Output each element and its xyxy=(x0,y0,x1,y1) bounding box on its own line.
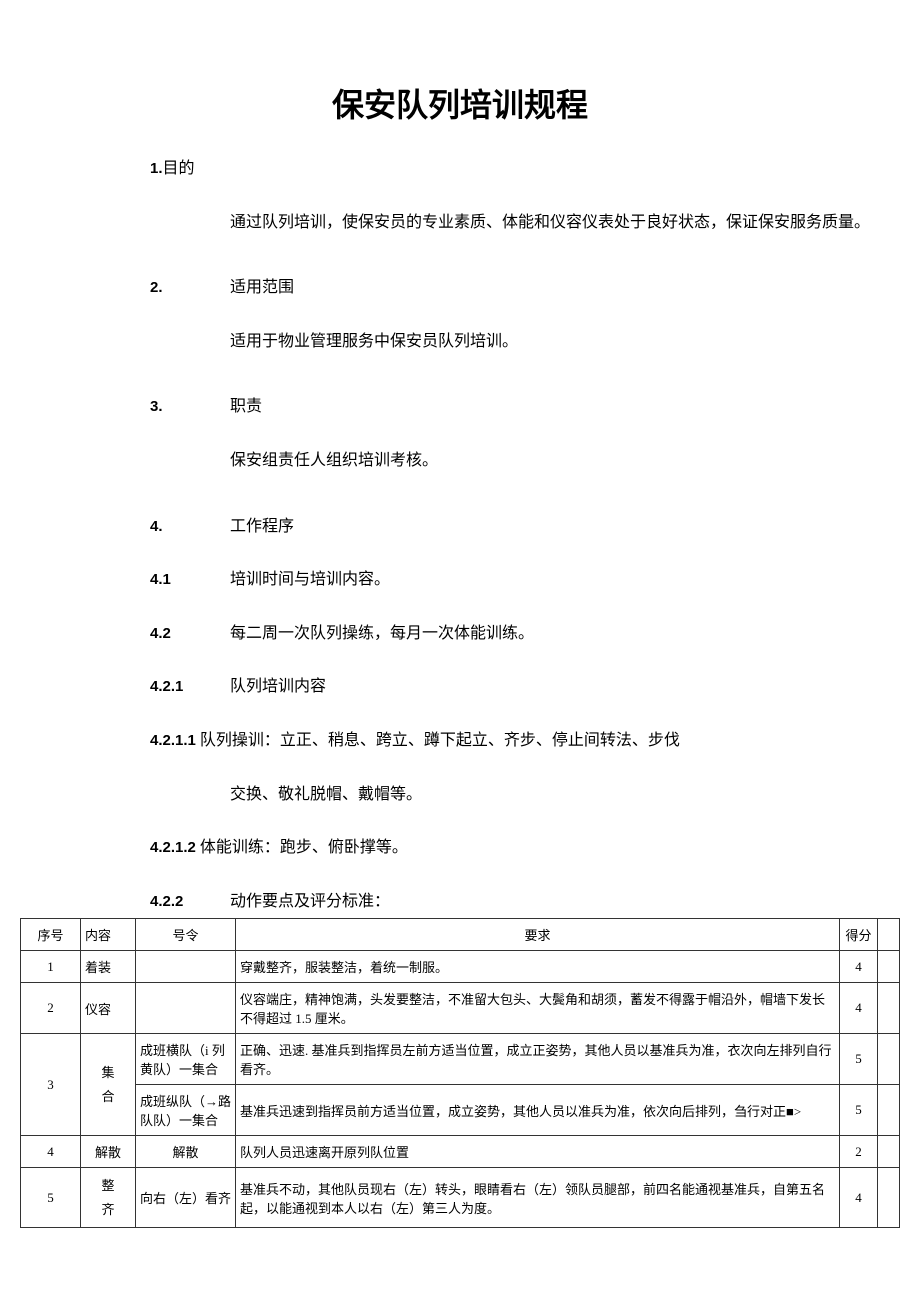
cell-req: 基准兵不动，其他队员现右（左）转头，眼睛看右（左）领队员腿部，前四名能通视基准兵… xyxy=(236,1168,840,1228)
table-row: 2 仪容 仪容端庄，精神饱满，头发要整洁，不准留大包头、大鬓角和胡须，蓄发不得露… xyxy=(21,983,900,1034)
cell-content: 集合 xyxy=(81,1034,136,1136)
table-row: 4 解散 解散 队列人员迅速离开原列队位置 2 xyxy=(21,1136,900,1168)
section-body: 每二周一次队列操练，每月一次体能训练。 xyxy=(230,621,534,647)
section-2-heading: 2. 适用范围 xyxy=(150,275,870,301)
cell-cmd: 成班横队（i 列黄队）一集合 xyxy=(136,1034,236,1085)
section-number: 4.2.1.2 xyxy=(150,839,196,856)
section-4-2-1-2: 4.2.1.2 体能训练：跑步、俯卧撑等。 xyxy=(150,835,870,861)
cell-cmd xyxy=(136,951,236,983)
cell-req: 仪容端庄，精神饱满，头发要整洁，不准留大包头、大鬓角和胡须，蓄发不得露于帽沿外，… xyxy=(236,983,840,1034)
cell-req: 基准兵迅速到指挥员前方适当位置，成立姿势，其他人员以准兵为准，依次向后排列，刍行… xyxy=(236,1085,840,1136)
section-body: 培训时间与培训内容。 xyxy=(230,567,390,593)
cell-extra xyxy=(878,951,900,983)
header-seq: 序号 xyxy=(21,919,81,951)
section-number: 4.2.1.1 xyxy=(150,732,196,749)
section-4-2-2: 4.2.2 动作要点及评分标准： xyxy=(150,889,870,915)
section-label: 职责 xyxy=(230,394,262,420)
cell-score: 4 xyxy=(840,951,878,983)
section-number: 3. xyxy=(150,395,230,419)
cell-score: 4 xyxy=(840,1168,878,1228)
header-score: 得分 xyxy=(840,919,878,951)
header-extra xyxy=(878,919,900,951)
cell-content: 解散 xyxy=(81,1136,136,1168)
cell-extra xyxy=(878,1168,900,1228)
section-number: 2. xyxy=(150,276,230,300)
section-body: 队列培训内容 xyxy=(230,674,326,700)
scoring-table: 序号 内容 号令 要求 得分 1 着装 穿戴整齐，服装整洁，着统一制服。 4 2… xyxy=(20,918,900,1228)
document-title: 保安队列培训规程 xyxy=(20,80,900,126)
cell-seq: 3 xyxy=(21,1034,81,1136)
cell-extra xyxy=(878,1136,900,1168)
cell-cmd: 成班纵队（→路队队）一集合 xyxy=(136,1085,236,1136)
section-label: 目的 xyxy=(163,160,195,177)
content-body: 1.目的 通过队列培训，使保安员的专业素质、体能和仪容仪表处于良好状态，保证保安… xyxy=(20,156,900,914)
cell-req: 队列人员迅速离开原列队位置 xyxy=(236,1136,840,1168)
section-body: 动作要点及评分标准： xyxy=(230,889,390,915)
cell-cmd xyxy=(136,983,236,1034)
header-content: 内容 xyxy=(81,919,136,951)
table-row: 5 整齐 向右（左）看齐 基准兵不动，其他队员现右（左）转头，眼睛看右（左）领队… xyxy=(21,1168,900,1228)
table-header-row: 序号 内容 号令 要求 得分 xyxy=(21,919,900,951)
section-4-heading: 4. 工作程序 xyxy=(150,514,870,540)
section-4-2-1-1: 4.2.1.1 队列操训：立正、稍息、跨立、蹲下起立、齐步、停止间转法、步伐 xyxy=(150,728,870,754)
section-number: 4.2.2 xyxy=(150,890,230,914)
table-row: 3 集合 成班横队（i 列黄队）一集合 正确、迅速. 基准兵到指挥员左前方适当位… xyxy=(21,1034,900,1085)
cell-content: 着装 xyxy=(81,951,136,983)
section-4-2-1-1-cont: 交换、敬礼脱帽、戴帽等。 xyxy=(150,782,870,808)
section-body: 队列操训：立正、稍息、跨立、蹲下起立、齐步、停止间转法、步伐 xyxy=(200,732,680,749)
section-4-2: 4.2 每二周一次队列操练，每月一次体能训练。 xyxy=(150,621,870,647)
cell-req: 正确、迅速. 基准兵到指挥员左前方适当位置，成立正姿势，其他人员以基准兵为准，衣… xyxy=(236,1034,840,1085)
cell-extra xyxy=(878,983,900,1034)
section-4-1: 4.1 培训时间与培训内容。 xyxy=(150,567,870,593)
section-number: 4. xyxy=(150,515,230,539)
cell-score: 5 xyxy=(840,1085,878,1136)
cell-seq: 5 xyxy=(21,1168,81,1228)
table-row: 1 着装 穿戴整齐，服装整洁，着统一制服。 4 xyxy=(21,951,900,983)
cell-seq: 4 xyxy=(21,1136,81,1168)
cell-content: 仪容 xyxy=(81,983,136,1034)
cell-score: 5 xyxy=(840,1034,878,1085)
section-1-body: 通过队列培训，使保安员的专业素质、体能和仪容仪表处于良好状态，保证保安服务质量。 xyxy=(150,210,870,236)
cell-cmd: 向右（左）看齐 xyxy=(136,1168,236,1228)
cell-extra xyxy=(878,1085,900,1136)
table-row: 成班纵队（→路队队）一集合 基准兵迅速到指挥员前方适当位置，成立姿势，其他人员以… xyxy=(21,1085,900,1136)
section-label: 工作程序 xyxy=(230,514,294,540)
section-body: 体能训练：跑步、俯卧撑等。 xyxy=(200,839,408,856)
section-number: 4.2.1 xyxy=(150,675,230,699)
cell-seq: 1 xyxy=(21,951,81,983)
cell-content: 整齐 xyxy=(81,1168,136,1228)
cell-extra xyxy=(878,1034,900,1085)
cell-seq: 2 xyxy=(21,983,81,1034)
header-cmd: 号令 xyxy=(136,919,236,951)
section-2-body: 适用于物业管理服务中保安员队列培训。 xyxy=(150,329,870,355)
section-number: 4.2 xyxy=(150,622,230,646)
header-req: 要求 xyxy=(236,919,840,951)
section-number: 1. xyxy=(150,160,163,177)
section-3-heading: 3. 职责 xyxy=(150,394,870,420)
section-number: 4.1 xyxy=(150,568,230,592)
cell-score: 4 xyxy=(840,983,878,1034)
cell-req: 穿戴整齐，服装整洁，着统一制服。 xyxy=(236,951,840,983)
cell-score: 2 xyxy=(840,1136,878,1168)
section-label: 适用范围 xyxy=(230,275,294,301)
section-1-heading: 1.目的 xyxy=(150,156,870,182)
cell-cmd: 解散 xyxy=(136,1136,236,1168)
section-3-body: 保安组责任人组织培训考核。 xyxy=(150,448,870,474)
section-4-2-1: 4.2.1 队列培训内容 xyxy=(150,674,870,700)
